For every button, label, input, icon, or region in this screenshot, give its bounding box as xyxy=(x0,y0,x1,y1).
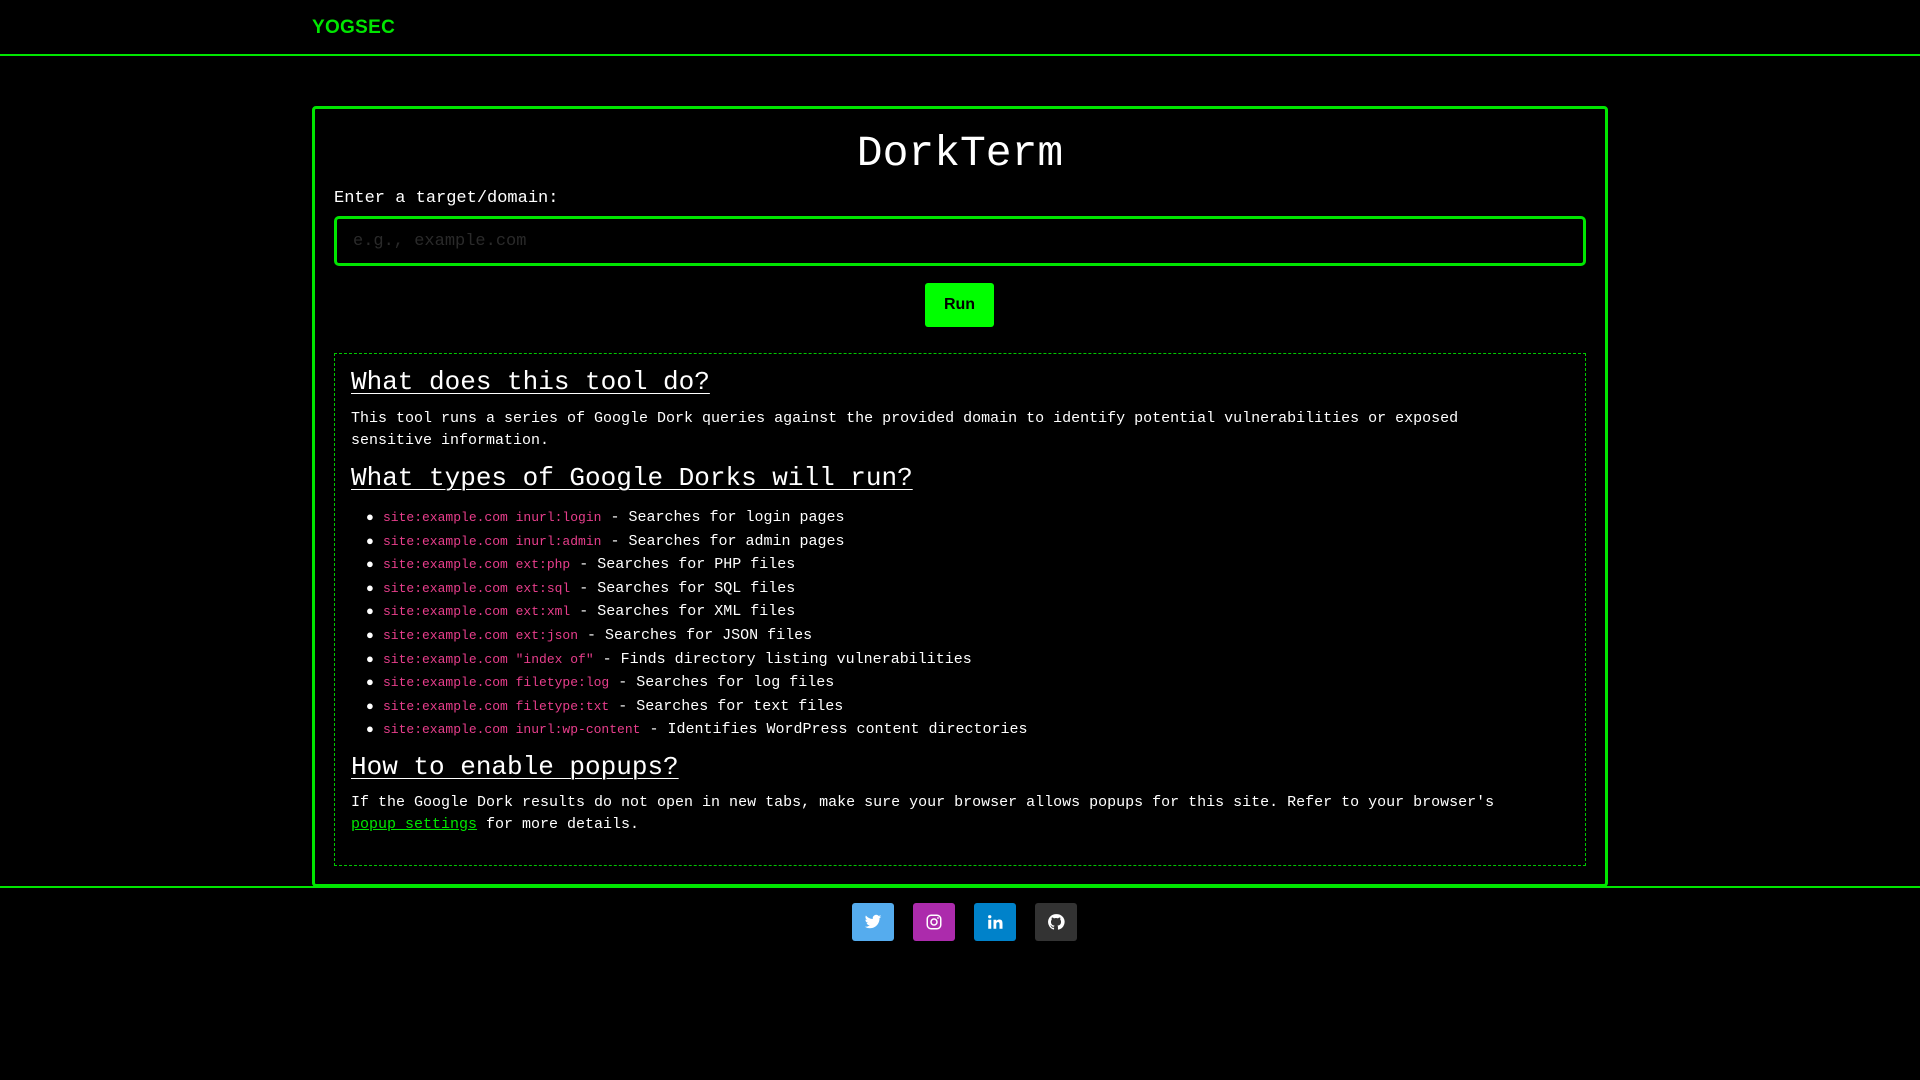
list-item: ● site:example.com filetype:log - Searche… xyxy=(366,671,1028,695)
navbar: YOGSEC xyxy=(0,0,1920,56)
list-item: ● site:example.com ext:php - Searches for… xyxy=(366,553,1028,577)
section-heading-dork-types: What types of Google Dorks will run? xyxy=(351,463,913,493)
target-domain-input[interactable] xyxy=(334,216,1586,266)
dork-query: site:example.com "index of" xyxy=(383,651,594,667)
section-heading-popups: How to enable popups? xyxy=(351,752,679,782)
linkedin-icon xyxy=(988,915,1003,929)
dork-description: - Searches for text files xyxy=(609,697,844,715)
section-heading-what-does: What does this tool do? xyxy=(351,367,710,397)
linkedin-button[interactable] xyxy=(974,903,1016,941)
dork-query: site:example.com filetype:log xyxy=(383,675,610,691)
bullet-icon: ● xyxy=(366,651,374,667)
target-input-label: Enter a target/domain: xyxy=(334,189,559,208)
social-links xyxy=(852,903,1077,941)
info-panel: What does this tool do? This tool runs a… xyxy=(334,353,1586,866)
dork-description: - Searches for login pages xyxy=(601,509,845,526)
popup-settings-link[interactable]: popup settings xyxy=(351,816,477,833)
list-item: ● site:example.com inurl:login - Searches… xyxy=(366,506,1028,530)
dork-query: site:example.com filetype:txt xyxy=(383,698,610,714)
dork-query: site:example.com inurl:admin xyxy=(383,533,602,549)
list-item: ● site:example.com "index of" - Finds dir… xyxy=(366,648,1028,672)
dork-description: - Searches for XML files xyxy=(570,603,796,621)
dork-description: - Searches for SQL files xyxy=(570,579,796,597)
section-text-what-does: This tool runs a series of Google Dork q… xyxy=(351,410,1459,449)
dork-query: site:example.com inurl:login xyxy=(383,510,602,525)
instagram-button[interactable] xyxy=(913,903,955,941)
brand-link[interactable]: YOGSEC xyxy=(312,17,395,39)
dork-description: - Searches for admin pages xyxy=(601,532,845,550)
bullet-icon: ● xyxy=(366,675,374,691)
list-item: ● site:example.com filetype:txt - Searche… xyxy=(366,695,1028,719)
page-title: DorkTerm xyxy=(856,129,1064,178)
dork-description: - Identifies WordPress content directori… xyxy=(640,721,1028,739)
github-button[interactable] xyxy=(1035,903,1077,941)
run-button[interactable]: Run xyxy=(925,283,994,327)
github-icon xyxy=(1048,914,1065,930)
bullet-icon: ● xyxy=(366,557,374,573)
dork-query: site:example.com ext:json xyxy=(383,627,579,643)
bullet-icon: ● xyxy=(366,627,374,643)
dork-description: - Searches for PHP files xyxy=(570,556,796,574)
section-text-popups: If the Google Dork results do not open i… xyxy=(351,792,1531,836)
list-item: ● site:example.com ext:sql - Searches for… xyxy=(366,577,1028,601)
bullet-icon: ● xyxy=(366,722,374,738)
dork-query: site:example.com ext:xml xyxy=(383,604,571,620)
main-card: DorkTerm Enter a target/domain: Run What… xyxy=(312,106,1608,887)
dork-description: - Searches for JSON files xyxy=(578,626,813,644)
dork-query: site:example.com ext:sql xyxy=(383,580,571,596)
twitter-icon xyxy=(864,914,882,929)
list-item: ● site:example.com ext:json - Searches fo… xyxy=(366,624,1028,648)
instagram-icon xyxy=(926,914,942,930)
dork-query: site:example.com inurl:wp-content xyxy=(383,722,641,738)
bullet-icon: ● xyxy=(366,580,374,596)
popups-text-before: If the Google Dork results do not open i… xyxy=(351,794,1495,811)
twitter-button[interactable] xyxy=(852,903,894,941)
popups-text-after: for more details. xyxy=(477,816,640,833)
footer xyxy=(0,886,1920,1080)
bullet-icon: ● xyxy=(366,698,374,714)
list-item: ● site:example.com ext:xml - Searches for… xyxy=(366,600,1028,624)
dork-list: ● site:example.com inurl:login - Searches… xyxy=(351,506,1028,742)
bullet-icon: ● xyxy=(366,533,374,549)
list-item: ● site:example.com inurl:wp-content - Ide… xyxy=(366,718,1028,742)
bullet-icon: ● xyxy=(366,604,374,620)
dork-description: - Searches for log files xyxy=(609,674,835,692)
dork-query: site:example.com ext:php xyxy=(383,557,571,573)
dork-description: - Finds directory listing vulnerabilitie… xyxy=(593,650,972,668)
list-item: ● site:example.com inurl:admin - Searches… xyxy=(366,530,1028,554)
bullet-icon: ● xyxy=(366,510,374,525)
